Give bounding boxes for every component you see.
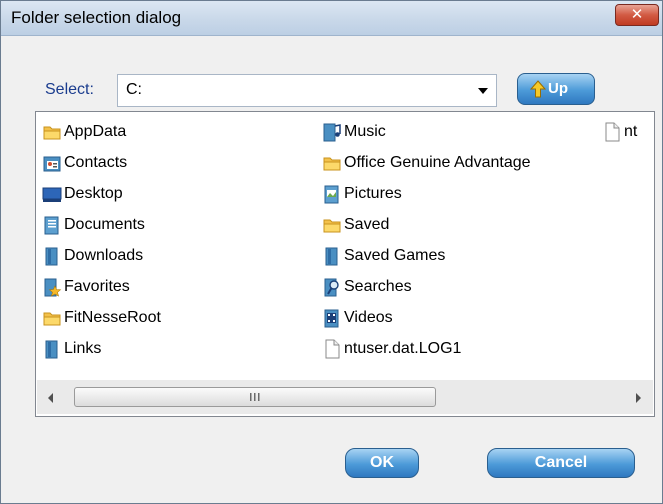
close-icon: ✕ bbox=[630, 6, 644, 23]
searches-folder-icon bbox=[324, 278, 339, 297]
folder-selection-dialog: Folder selection dialog ✕ Select: C: Up … bbox=[0, 0, 663, 504]
desktop-icon bbox=[42, 187, 62, 202]
list-item-label: nt bbox=[624, 123, 638, 140]
scroll-right-arrow-icon[interactable] bbox=[623, 380, 653, 414]
list-item-label: Desktop bbox=[64, 185, 123, 202]
file-list[interactable]: AppData Contacts Desktop Documents Downl… bbox=[35, 111, 655, 417]
up-button[interactable]: Up bbox=[517, 73, 595, 105]
scrollbar-thumb[interactable] bbox=[74, 387, 436, 407]
cancel-button[interactable]: Cancel bbox=[487, 448, 635, 478]
folder-icon bbox=[43, 126, 61, 140]
list-item-label: Favorites bbox=[64, 278, 130, 295]
videos-folder-icon bbox=[324, 309, 339, 328]
horizontal-scrollbar[interactable] bbox=[37, 380, 653, 414]
list-item-label: FitNesseRoot bbox=[64, 309, 161, 326]
favorites-folder-icon bbox=[44, 278, 62, 297]
path-combobox[interactable]: C: bbox=[117, 74, 497, 107]
close-button[interactable]: ✕ bbox=[615, 4, 659, 26]
list-item-label: Documents bbox=[64, 216, 145, 233]
list-item-label: Saved Games bbox=[344, 247, 446, 264]
list-item-label: Pictures bbox=[344, 185, 402, 202]
links-folder-icon bbox=[45, 340, 58, 359]
file-icon bbox=[605, 122, 620, 142]
list-item-label: Searches bbox=[344, 278, 412, 295]
pictures-folder-icon bbox=[324, 185, 339, 204]
list-item-label: Links bbox=[64, 340, 102, 357]
list-item-label: Contacts bbox=[64, 154, 128, 171]
file-icon bbox=[325, 339, 340, 359]
ok-button[interactable]: OK bbox=[345, 448, 419, 478]
cancel-button-label: Cancel bbox=[534, 454, 588, 471]
up-button-label: Up bbox=[548, 80, 568, 97]
folder-icon bbox=[323, 219, 341, 233]
saved-games-folder-icon bbox=[325, 247, 338, 266]
chevron-down-icon[interactable] bbox=[470, 75, 496, 106]
scroll-left-arrow-icon[interactable] bbox=[37, 380, 67, 414]
grip-icon bbox=[250, 393, 260, 401]
select-label: Select: bbox=[45, 81, 94, 98]
path-value: C: bbox=[126, 81, 142, 98]
title-bar[interactable]: Folder selection dialog ✕ bbox=[1, 1, 662, 36]
list-item-label: Office Genuine Advantage bbox=[344, 154, 531, 171]
list-item-label: Music bbox=[344, 123, 386, 140]
list-item-label: Videos bbox=[344, 309, 393, 326]
ok-button-label: OK bbox=[370, 454, 394, 471]
downloads-folder-icon bbox=[45, 247, 58, 266]
up-arrow-icon bbox=[530, 80, 546, 98]
dialog-title: Folder selection dialog bbox=[11, 8, 182, 27]
list-item-label: AppData bbox=[64, 123, 127, 140]
list-item-label: Saved bbox=[344, 216, 390, 233]
list-item-label: ntuser.dat.LOG1 bbox=[344, 340, 462, 357]
list-item-label: Downloads bbox=[64, 247, 144, 264]
contacts-folder-icon bbox=[43, 156, 61, 172]
folder-icon bbox=[43, 312, 61, 326]
music-folder-icon bbox=[323, 123, 341, 142]
documents-folder-icon bbox=[44, 216, 59, 235]
folder-icon bbox=[323, 157, 341, 171]
